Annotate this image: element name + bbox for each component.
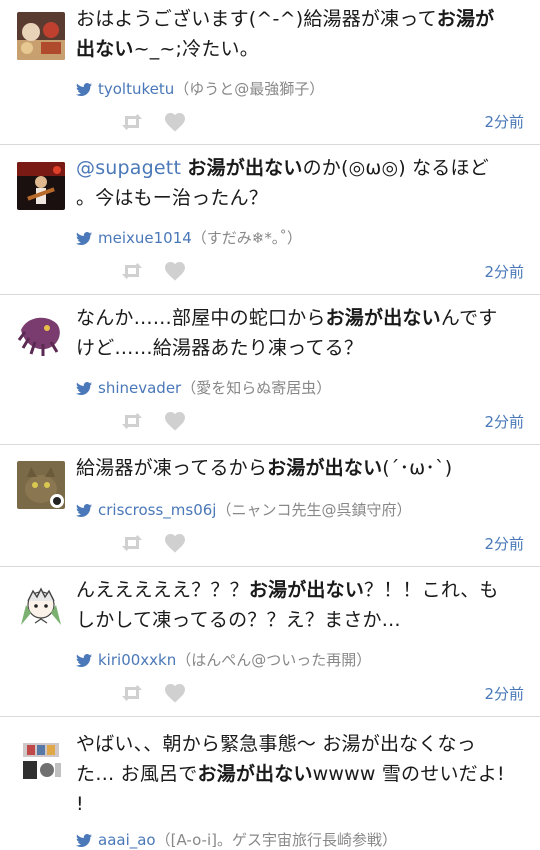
retweet-icon[interactable] xyxy=(120,534,144,552)
highlighted-keyword: お湯が出ない xyxy=(248,579,365,601)
username[interactable]: meixue1014 xyxy=(98,229,192,247)
tweet-timestamp[interactable]: 2分前 xyxy=(484,683,524,704)
username[interactable]: kiri00xxkn xyxy=(98,651,176,669)
text-line: しかして凍ってるの？？え？まさか… xyxy=(76,605,526,635)
tweet-author[interactable]: meixue1014（すだみ❄*｡˚） xyxy=(76,228,302,248)
tweet-text: 給湯器が凍ってるからお湯が出ない(´･ω･`) xyxy=(76,453,526,483)
text-segment: 。今はもー治ったん？ xyxy=(76,187,269,209)
text-segment: んえええええ？？？ xyxy=(76,579,249,601)
text-segment: 給湯器が凍ってるから xyxy=(76,457,268,479)
tweet-text: おはようございます(^-^)給湯器が凍ってお湯が 出ない~_~;冷たい。 xyxy=(76,4,526,64)
tweet-author[interactable]: kiri00xxkn（はんぺん@ついった再開） xyxy=(76,650,371,670)
tweet-item[interactable]: なんか……部屋中の蛇口からお湯が出ないんです けど……給湯器あたり凍ってる？ s… xyxy=(0,295,540,445)
favorite-heart-icon[interactable] xyxy=(164,112,186,132)
highlighted-keyword: お湯が出ない xyxy=(267,457,383,479)
tweet-text: やばい、、朝から緊急事態〜 お湯が出なくなっ た… お風呂でお湯が出ないwwww… xyxy=(76,729,526,819)
text-segment: やばい、、朝から緊急事態〜 お湯が出なくなっ xyxy=(76,733,476,755)
text-line: やばい、、朝から緊急事態〜 お湯が出なくなっ xyxy=(76,729,526,759)
tweet-timestamp[interactable]: 2分前 xyxy=(484,411,524,432)
mention-link[interactable]: @supagett xyxy=(76,157,181,179)
text-segment: しかして凍ってるの？？え？まさか… xyxy=(76,609,401,631)
tweet-author[interactable]: shinevader（愛を知らぬ寄居虫） xyxy=(76,378,331,398)
user-avatar[interactable] xyxy=(17,737,65,785)
display-name: （ニャンコ先生@呉鎮守府） xyxy=(216,501,412,519)
tweet-item[interactable]: やばい、、朝から緊急事態〜 お湯が出なくなっ た… お風呂でお湯が出ないwwww… xyxy=(0,717,540,850)
highlighted-keyword: お湯が出ない xyxy=(197,763,313,785)
text-segment: wwww 雪のせいだよ! xyxy=(312,763,505,785)
tweet-item[interactable]: @supagett お湯が出ないのか(◎ω◎) なるほど 。今はもー治ったん？ … xyxy=(0,145,540,295)
display-name: （[A-o-i]。ゲス宇宙旅行長崎参戦） xyxy=(155,831,397,849)
twitter-bird-icon xyxy=(76,504,92,517)
text-line: た… お風呂でお湯が出ないwwww 雪のせいだよ! xyxy=(76,759,526,789)
user-avatar[interactable] xyxy=(17,12,65,60)
retweet-icon[interactable] xyxy=(120,684,144,702)
text-segment: (´･ω･`) xyxy=(382,457,453,479)
tweet-timestamp[interactable]: 2分前 xyxy=(484,261,524,282)
text-line: おはようございます(^-^)給湯器が凍ってお湯が xyxy=(76,4,526,34)
display-name: （愛を知らぬ寄居虫） xyxy=(181,379,332,397)
user-avatar[interactable] xyxy=(17,461,65,509)
retweet-icon[interactable] xyxy=(120,262,144,280)
text-segment: ! xyxy=(76,793,84,815)
text-segment: んです xyxy=(440,307,498,329)
tweet-text: んえええええ？？？お湯が出ない？！！これ、も しかして凍ってるの？？え？まさか… xyxy=(76,575,526,635)
user-avatar[interactable] xyxy=(17,583,65,631)
text-line: @supagett お湯が出ないのか(◎ω◎) なるほど xyxy=(76,153,526,183)
display-name: （はんぺん@ついった再開） xyxy=(176,651,372,669)
user-avatar[interactable] xyxy=(17,162,65,210)
twitter-bird-icon xyxy=(76,834,92,847)
tweet-author[interactable]: criscross_ms06j（ニャンコ先生@呉鎮守府） xyxy=(76,500,412,520)
tweet-text: @supagett お湯が出ないのか(◎ω◎) なるほど 。今はもー治ったん？ xyxy=(76,153,526,213)
text-segment: のか(◎ω◎) なるほど xyxy=(302,157,489,179)
twitter-bird-icon xyxy=(76,382,92,395)
tweet-feed: おはようございます(^-^)給湯器が凍ってお湯が 出ない~_~;冷たい。 tyo… xyxy=(0,0,540,850)
display-name: （ゆうと@最強獅子） xyxy=(174,80,325,98)
highlighted-keyword: お湯が出ない xyxy=(187,157,303,179)
highlighted-keyword: 出ない xyxy=(76,38,134,60)
username[interactable]: shinevader xyxy=(98,379,181,397)
tweet-item[interactable]: おはようございます(^-^)給湯器が凍ってお湯が 出ない~_~;冷たい。 tyo… xyxy=(0,0,540,145)
username[interactable]: aaai_ao xyxy=(98,831,156,849)
tweet-item[interactable]: 給湯器が凍ってるからお湯が出ない(´･ω･`) criscross_ms06j（… xyxy=(0,445,540,567)
tweet-timestamp[interactable]: 2分前 xyxy=(484,111,524,132)
text-line: 給湯器が凍ってるからお湯が出ない(´･ω･`) xyxy=(76,453,526,483)
retweet-icon[interactable] xyxy=(120,412,144,430)
text-segment: おはようございます(^-^)給湯器が凍って xyxy=(76,8,437,30)
favorite-heart-icon[interactable] xyxy=(164,683,186,703)
user-avatar[interactable] xyxy=(17,310,65,358)
tweet-author[interactable]: aaai_ao（[A-o-i]。ゲス宇宙旅行長崎参戦） xyxy=(76,830,397,850)
text-line: けど……給湯器あたり凍ってる？ xyxy=(76,333,526,363)
twitter-bird-icon xyxy=(76,83,92,96)
tweet-item[interactable]: んえええええ？？？お湯が出ない？！！これ、も しかして凍ってるの？？え？まさか…… xyxy=(0,567,540,717)
twitter-bird-icon xyxy=(76,232,92,245)
display-name: （すだみ❄*｡˚） xyxy=(191,229,302,247)
text-segment: ？！！これ、も xyxy=(364,579,499,601)
tweet-author[interactable]: tyoltuketu（ゆうと@最強獅子） xyxy=(76,79,324,99)
twitter-bird-icon xyxy=(76,654,92,667)
text-segment: けど……給湯器あたり凍ってる？ xyxy=(76,337,364,359)
username[interactable]: tyoltuketu xyxy=(98,80,174,98)
tweet-timestamp[interactable]: 2分前 xyxy=(484,533,524,554)
text-segment: ~_~;冷たい。 xyxy=(133,38,259,60)
text-line: 。今はもー治ったん？ xyxy=(76,183,526,213)
text-segment: た… お風呂で xyxy=(76,763,198,785)
retweet-icon[interactable] xyxy=(120,113,144,131)
tweet-text: なんか……部屋中の蛇口からお湯が出ないんです けど……給湯器あたり凍ってる？ xyxy=(76,303,526,363)
favorite-heart-icon[interactable] xyxy=(164,411,186,431)
text-line: なんか……部屋中の蛇口からお湯が出ないんです xyxy=(76,303,526,333)
highlighted-keyword: お湯が出ない xyxy=(325,307,441,329)
text-segment: なんか……部屋中の蛇口から xyxy=(76,307,326,329)
favorite-heart-icon[interactable] xyxy=(164,533,186,553)
text-line: 出ない~_~;冷たい。 xyxy=(76,34,526,64)
highlighted-keyword: お湯が xyxy=(436,8,495,30)
text-line: んえええええ？？？お湯が出ない？！！これ、も xyxy=(76,575,526,605)
favorite-heart-icon[interactable] xyxy=(164,261,186,281)
text-line: ! xyxy=(76,789,526,819)
username[interactable]: criscross_ms06j xyxy=(98,501,216,519)
